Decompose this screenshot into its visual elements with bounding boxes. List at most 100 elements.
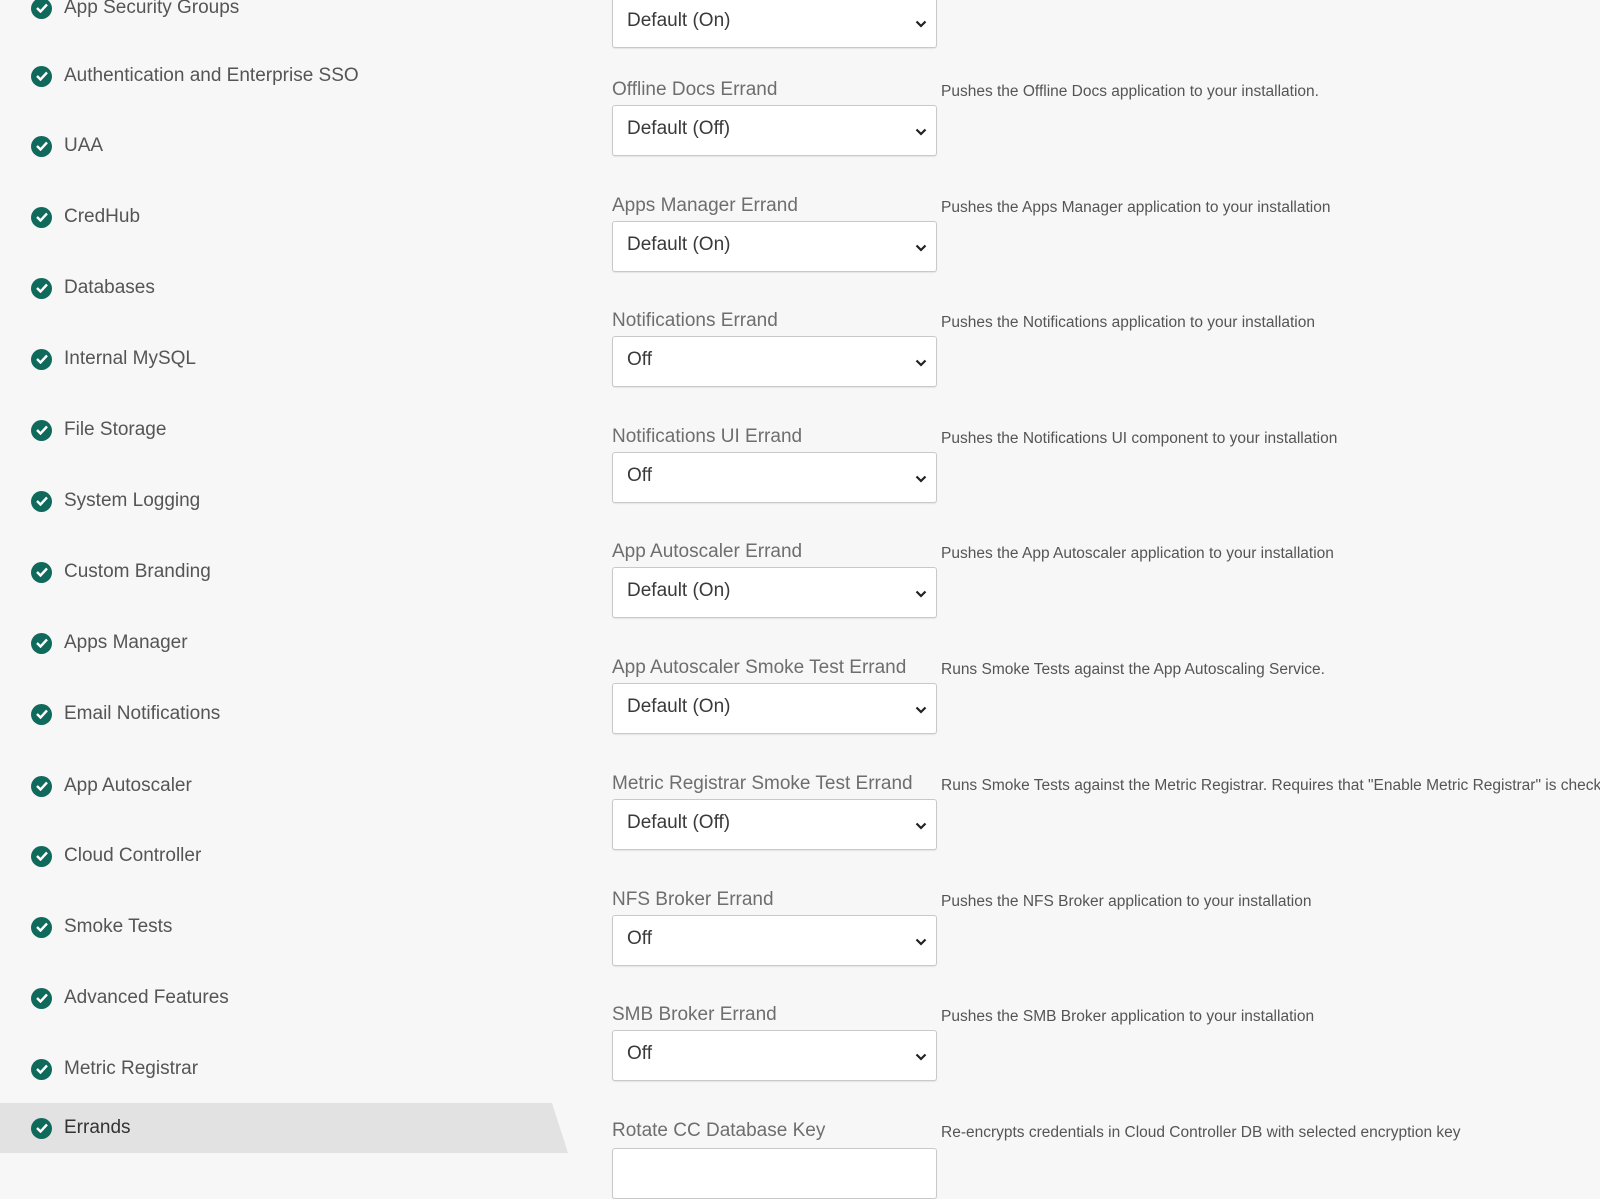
sidebar-item-label: App Security Groups	[64, 0, 240, 18]
field-label: SMB Broker Errand	[612, 1004, 777, 1025]
sidebar-item-label: Advanced Features	[64, 987, 229, 1008]
sidebar-item-app-autoscaler[interactable]: App Autoscaler	[0, 762, 560, 810]
sidebar-item-advanced-features[interactable]: Advanced Features	[0, 974, 560, 1022]
field-label: NFS Broker Errand	[612, 889, 774, 910]
chevron-down-icon	[915, 938, 927, 946]
errand-select[interactable]: Default (Off)	[612, 105, 937, 156]
sidebar-item-cloud-controller[interactable]: Cloud Controller	[0, 832, 560, 880]
sidebar-item-smoke-tests[interactable]: Smoke Tests	[0, 903, 560, 951]
field-label: Notifications UI Errand	[612, 426, 803, 447]
chevron-down-icon	[915, 706, 927, 714]
sidebar-item-label: CredHub	[64, 206, 141, 227]
field-label: App Autoscaler Smoke Test Errand	[612, 657, 907, 678]
chevron-down-icon	[915, 244, 927, 252]
field-description: Pushes the SMB Broker application to you…	[941, 1008, 1315, 1025]
sidebar-item-label: Apps Manager	[64, 632, 188, 653]
sidebar-item-uaa[interactable]: UAA	[0, 122, 560, 170]
sidebar-item-label: UAA	[64, 135, 104, 156]
sidebar-item-label: Custom Branding	[64, 561, 211, 582]
sidebar-item-label: Authentication and Enterprise SSO	[64, 65, 359, 86]
sidebar-item-label: Smoke Tests	[64, 916, 173, 937]
select-value: Default (Off)	[627, 118, 731, 139]
check-circle-icon	[31, 348, 52, 370]
errand-select[interactable]	[612, 1148, 937, 1199]
errand-select[interactable]: Off	[612, 915, 937, 966]
sidebar-item-label: File Storage	[64, 419, 167, 440]
check-circle-icon	[31, 490, 52, 512]
check-circle-icon	[31, 987, 52, 1009]
chevron-down-icon	[915, 1053, 927, 1061]
select-value: Default (On)	[627, 234, 731, 255]
select-value: Default (On)	[627, 696, 731, 717]
field-description: Runs Smoke Tests against the Metric Regi…	[941, 777, 1600, 794]
field-label: Rotate CC Database Key	[612, 1120, 826, 1141]
errand-select[interactable]: Default (Off)	[612, 799, 937, 850]
check-circle-icon	[31, 135, 52, 157]
field-description: Pushes the App Autoscaler application to…	[941, 545, 1334, 562]
errand-select[interactable]: Off	[612, 1030, 937, 1081]
check-circle-icon	[31, 916, 52, 938]
chevron-down-icon	[915, 822, 927, 830]
sidebar-item-label: System Logging	[64, 490, 201, 511]
field-description: Pushes the Apps Manager application to y…	[941, 199, 1331, 216]
sidebar-item-metric-registrar[interactable]: Metric Registrar	[0, 1045, 560, 1093]
errand-select[interactable]: Default (On)	[612, 567, 937, 618]
sidebar-item-label: Databases	[64, 277, 155, 298]
select-value: Off	[627, 928, 652, 949]
field-label: Notifications Errand	[612, 310, 778, 331]
check-circle-icon	[31, 419, 52, 441]
check-circle-icon	[31, 0, 52, 19]
select-value: Off	[627, 465, 652, 486]
sidebar-item-label: Cloud Controller	[64, 845, 202, 866]
sidebar-item-label: Errands	[64, 1117, 131, 1138]
check-circle-icon	[31, 1117, 52, 1139]
select-value: Off	[627, 1043, 652, 1064]
errand-select[interactable]: Off	[612, 336, 937, 387]
field-description: Pushes the Offline Docs application to y…	[941, 83, 1319, 100]
field-label: Metric Registrar Smoke Test Errand	[612, 773, 913, 794]
sidebar-item-label: Metric Registrar	[64, 1058, 199, 1079]
sidebar-item-internal-mysql[interactable]: Internal MySQL	[0, 335, 560, 383]
sidebar-item-app-security-groups[interactable]: App Security Groups	[0, 0, 560, 32]
field-description: Pushes the Notifications UI component to…	[941, 430, 1338, 447]
check-circle-icon	[31, 277, 52, 299]
check-circle-icon	[31, 775, 52, 797]
field-description: Runs Smoke Tests against the App Autosca…	[941, 661, 1325, 678]
errand-select[interactable]: Default (On)	[612, 683, 937, 734]
select-value: Default (On)	[627, 580, 731, 601]
check-circle-icon	[31, 632, 52, 654]
chevron-down-icon	[915, 475, 927, 483]
select-value: Default (Off)	[627, 812, 731, 833]
sidebar-item-custom-branding[interactable]: Custom Branding	[0, 548, 560, 596]
chevron-down-icon	[915, 359, 927, 367]
errand-select[interactable]: Off	[612, 452, 937, 503]
sidebar-item-label: App Autoscaler	[64, 775, 192, 796]
chevron-down-icon	[915, 128, 927, 136]
errand-select[interactable]: Default (On)	[612, 0, 937, 48]
sidebar-item-errands[interactable]: Errands	[0, 1103, 568, 1153]
sidebar-item-label: Email Notifications	[64, 703, 221, 724]
select-value: Default (On)	[627, 10, 731, 31]
sidebar-item-databases[interactable]: Databases	[0, 264, 560, 312]
field-description: Pushes the Notifications application to …	[941, 314, 1315, 331]
chevron-down-icon	[915, 590, 927, 598]
field-description: Re-encrypts credentials in Cloud Control…	[941, 1124, 1461, 1141]
check-circle-icon	[31, 703, 52, 725]
sidebar-item-credhub[interactable]: CredHub	[0, 193, 560, 241]
chevron-down-icon	[915, 20, 927, 28]
sidebar-item-authentication-sso[interactable]: Authentication and Enterprise SSO	[0, 52, 560, 100]
field-label: Apps Manager Errand	[612, 195, 798, 216]
sidebar-nav: App Security Groups Authentication and E…	[0, 0, 570, 1153]
sidebar-item-apps-manager[interactable]: Apps Manager	[0, 619, 560, 667]
sidebar-item-system-logging[interactable]: System Logging	[0, 477, 560, 525]
errand-select[interactable]: Default (On)	[612, 221, 937, 272]
sidebar-item-label: Internal MySQL	[64, 348, 196, 369]
check-circle-icon	[31, 1058, 52, 1080]
check-circle-icon	[31, 65, 52, 87]
sidebar-item-file-storage[interactable]: File Storage	[0, 406, 560, 454]
check-circle-icon	[31, 561, 52, 583]
check-circle-icon	[31, 206, 52, 228]
sidebar-item-email-notifications[interactable]: Email Notifications	[0, 690, 560, 738]
select-value: Off	[627, 349, 652, 370]
check-circle-icon	[31, 845, 52, 867]
